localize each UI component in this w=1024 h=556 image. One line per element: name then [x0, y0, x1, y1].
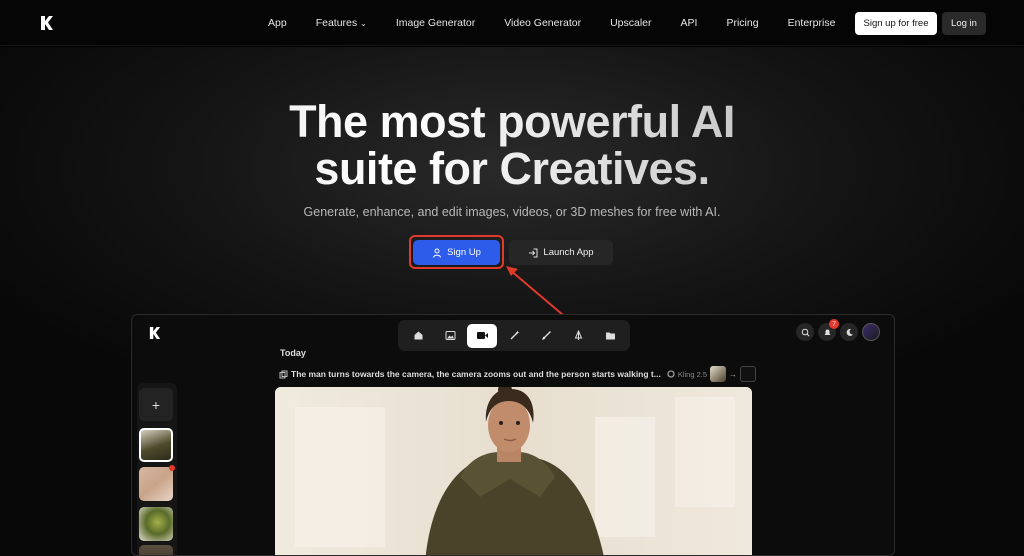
moon-icon: [846, 328, 853, 336]
hero-subtitle: Generate, enhance, and edit images, vide…: [303, 205, 721, 219]
image-icon: [445, 331, 455, 340]
login-arrow-icon: [529, 248, 538, 257]
nav-link-features[interactable]: Features ⌄: [316, 17, 367, 29]
generated-image[interactable]: [275, 387, 752, 555]
today-label: Today: [280, 348, 306, 358]
app-logo-icon: [149, 327, 161, 339]
user-avatar[interactable]: [862, 323, 880, 341]
tool-selector: [398, 320, 630, 351]
nav-link-pricing[interactable]: Pricing: [726, 17, 758, 29]
copy-icon: [279, 370, 288, 378]
nav-link-api[interactable]: API: [681, 17, 698, 29]
plus-icon: +: [151, 396, 161, 413]
history-thumb-3[interactable]: [139, 507, 173, 541]
hero-headline: The most powerful AI suite for Creatives…: [0, 98, 1024, 192]
app-preview: 7 Today The man turns towards the camera…: [131, 314, 895, 556]
nav-link-image-generator[interactable]: Image Generator: [396, 17, 475, 29]
pen-icon: [574, 330, 582, 340]
video-icon: [476, 332, 488, 339]
history-sidebar: +: [137, 383, 177, 555]
image-tool[interactable]: [435, 324, 465, 348]
krea-logo-icon[interactable]: [40, 15, 54, 31]
top-navbar: App Features ⌄ Image Generator Video Gene…: [0, 0, 1024, 46]
assets-tool[interactable]: [595, 324, 625, 348]
notifications-button[interactable]: 7: [818, 319, 839, 341]
unread-dot: [169, 465, 175, 471]
history-thumb-4[interactable]: [139, 545, 173, 555]
history-thumb-2[interactable]: [139, 465, 175, 501]
generation-prompt-row[interactable]: The man turns towards the camera, the ca…: [279, 367, 753, 381]
user-icon: [433, 248, 442, 258]
kling-logo-icon: [667, 370, 675, 378]
notification-badge: 7: [829, 319, 839, 329]
model-name: Kling 2.5: [677, 369, 708, 379]
login-button[interactable]: Log in: [942, 12, 986, 35]
nav-link-video-generator[interactable]: Video Generator: [504, 17, 581, 29]
magic-wand-icon: [510, 330, 519, 340]
vector-tool[interactable]: [563, 324, 593, 348]
prompt-text: The man turns towards the camera, the ca…: [291, 369, 661, 379]
history-thumb-1[interactable]: [139, 428, 173, 462]
bell-icon: [824, 329, 830, 335]
arrow-right-icon: →: [729, 369, 737, 379]
reference-thumbnails: →: [710, 366, 756, 382]
signup-button[interactable]: Sign Up: [413, 240, 500, 265]
portrait-illustration: [275, 387, 752, 555]
launch-app-label: Launch App: [543, 247, 594, 258]
nav-link-features-label: Features: [315, 17, 358, 29]
edit-tool[interactable]: [531, 324, 561, 348]
search-button[interactable]: [796, 323, 814, 341]
nav-link-app[interactable]: App: [268, 17, 287, 29]
folder-icon: [605, 332, 615, 340]
new-generation-button[interactable]: +: [139, 388, 173, 421]
top-right-controls: 7: [796, 319, 880, 341]
brush-icon: [541, 331, 551, 340]
headline-line-1: The most powerful AI: [289, 96, 735, 147]
output-thumb[interactable]: [740, 366, 756, 382]
video-tool[interactable]: [467, 323, 497, 348]
enhance-tool[interactable]: [499, 324, 529, 348]
nav-links: App Features ⌄ Image Generator Video Gene…: [268, 0, 835, 46]
signup-free-button[interactable]: Sign up for free: [855, 12, 937, 35]
chevron-down-icon: ⌄: [360, 19, 367, 28]
signup-button-label: Sign Up: [447, 247, 481, 258]
nav-link-upscaler[interactable]: Upscaler: [610, 17, 651, 29]
home-icon: [414, 331, 422, 340]
nav-link-enterprise[interactable]: Enterprise: [788, 17, 836, 29]
theme-button[interactable]: [840, 323, 858, 341]
home-tool[interactable]: [403, 324, 433, 348]
model-tag: Kling 2.5: [667, 370, 707, 379]
reference-image-thumb[interactable]: [710, 366, 726, 382]
search-icon: [801, 328, 810, 337]
headline-line-2: suite for Creatives.: [314, 143, 710, 194]
